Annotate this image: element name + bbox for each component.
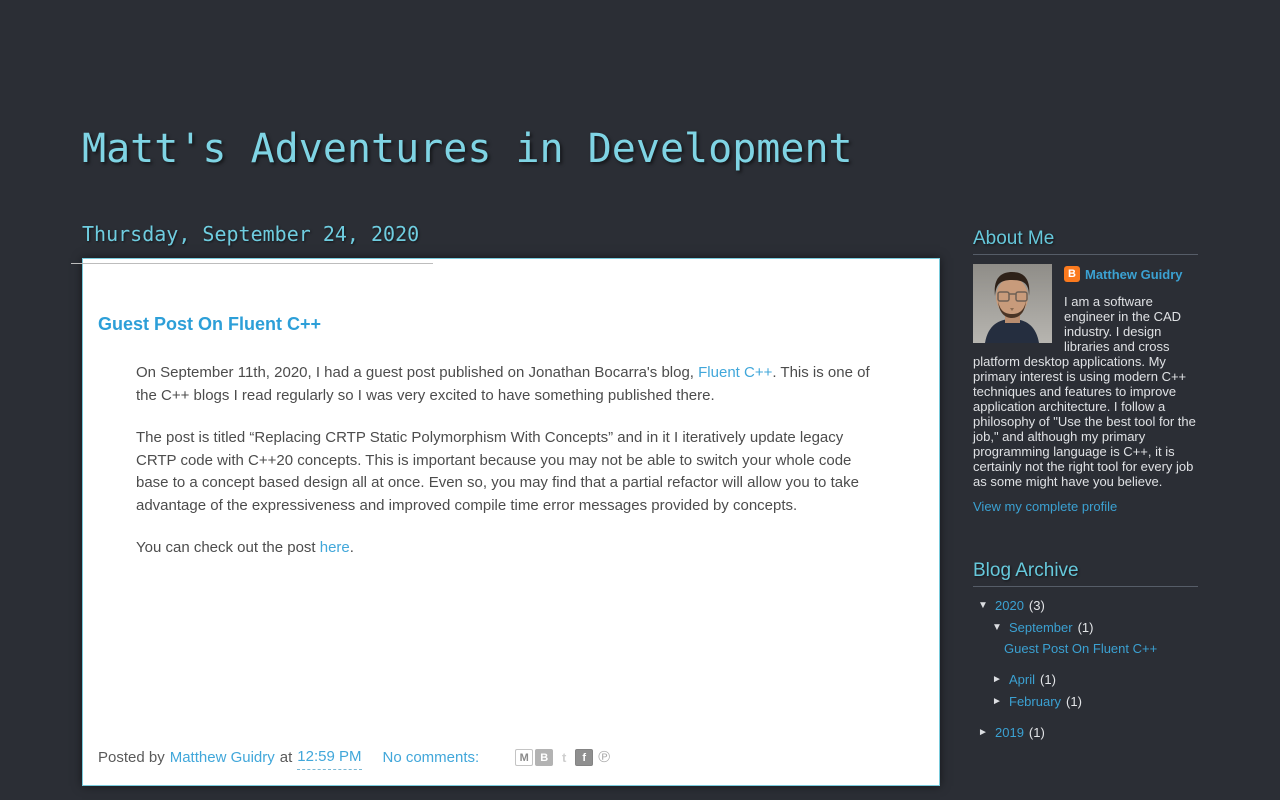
post-paragraph: You can check out the post here. [136, 537, 886, 560]
content-columns: Thursday, September 24, 2020 Guest Post … [71, 222, 1198, 786]
archive-row-april: ► April (1) [973, 669, 1198, 691]
archive-year-link[interactable]: 2019 [995, 725, 1024, 741]
paragraph-text: . [349, 539, 354, 556]
expand-toggle-icon[interactable]: ► [978, 725, 989, 741]
profile-name-row: B Matthew Guidry [1064, 264, 1198, 284]
timestamp-link[interactable]: 12:59 PM [297, 745, 362, 770]
archive-count: (3) [1028, 598, 1045, 613]
share-pinterest-icon[interactable]: ℗ [595, 749, 613, 766]
paragraph-text: You can check out the post [136, 539, 320, 556]
blog-title[interactable]: Matt's Adventures in Development [82, 0, 1198, 172]
post-body: On September 11th, 2020, I had a guest p… [98, 362, 924, 745]
about-me-body: B Matthew Guidry I am a software enginee… [973, 264, 1198, 489]
about-me-title: About Me [973, 228, 1055, 249]
fluent-cpp-link[interactable]: Fluent C++ [698, 364, 772, 381]
archive-count: (1) [1077, 620, 1094, 635]
post-here-link[interactable]: here [320, 539, 350, 556]
email-post-icon[interactable]: M [515, 749, 534, 766]
archive-count: (1) [1040, 672, 1056, 687]
archive-row-2019: ► 2019 (1) [973, 722, 1198, 744]
post-paragraph: On September 11th, 2020, I had a guest p… [136, 362, 886, 407]
post-title-link[interactable]: Guest Post On Fluent C++ [98, 312, 924, 336]
share-twitter-icon[interactable]: t [555, 749, 573, 766]
post-card: Guest Post On Fluent C++ On September 11… [71, 258, 940, 786]
archive-list: ▼ 2020 (3) ▼ September (1) Guest Post On… [973, 595, 1198, 744]
widget-divider [973, 586, 1198, 587]
post-date-header: Thursday, September 24, 2020 [82, 222, 420, 246]
archive-post-link[interactable]: Guest Post On Fluent C++ [973, 641, 1157, 657]
archive-month-link[interactable]: April [1009, 672, 1035, 688]
archive-month-link[interactable]: February [1009, 694, 1061, 710]
share-buttons: M B t f ℗ [515, 749, 613, 766]
archive-row-february: ► February (1) [973, 691, 1198, 713]
paragraph-text: On September 11th, 2020, I had a guest p… [136, 364, 699, 381]
profile-name-link[interactable]: Matthew Guidry [1085, 267, 1183, 282]
blog-archive-title: Blog Archive [973, 560, 1079, 581]
blogthis-icon[interactable]: B [535, 749, 554, 766]
about-me-widget: About Me B Matthew Guidry I am a softwar… [973, 228, 1198, 516]
profile-photo-image [973, 264, 1052, 343]
archive-posts: Guest Post On Fluent C++ [973, 641, 1198, 657]
archive-row-september: ▼ September (1) [973, 617, 1198, 639]
collapse-toggle-icon[interactable]: ▼ [992, 620, 1003, 636]
at-label: at [279, 748, 293, 766]
share-facebook-icon[interactable]: f [575, 749, 594, 766]
main-column: Thursday, September 24, 2020 Guest Post … [71, 222, 940, 786]
view-profile-link[interactable]: View my complete profile [973, 499, 1117, 514]
archive-count: (1) [1066, 694, 1082, 709]
expand-toggle-icon[interactable]: ► [992, 672, 1003, 688]
sidebar: About Me B Matthew Guidry I am a softwar… [973, 228, 1198, 744]
no-comments-link[interactable]: No comments: [383, 746, 480, 770]
blog-archive-widget: Blog Archive ▼ 2020 (3) ▼ September (1) [973, 560, 1198, 744]
archive-year-link[interactable]: 2020 [995, 598, 1024, 614]
widget-divider [973, 254, 1198, 255]
page-container: Matt's Adventures in Development Thursda… [71, 0, 1198, 786]
post-paragraph: The post is titled “Replacing CRTP Stati… [136, 429, 859, 514]
author-link[interactable]: Matthew Guidry [170, 746, 275, 770]
archive-month-link[interactable]: September [1009, 620, 1073, 636]
posted-by-label: Posted by [98, 748, 165, 766]
post-footer: Posted by Matthew Guidry at 12:59 PM No … [98, 745, 924, 770]
expand-toggle-icon[interactable]: ► [992, 694, 1003, 710]
archive-row-2020: ▼ 2020 (3) [973, 595, 1198, 617]
profile-photo[interactable] [973, 264, 1052, 343]
collapse-toggle-icon[interactable]: ▼ [978, 598, 989, 614]
blogger-icon: B [1064, 266, 1080, 282]
archive-count: (1) [1028, 725, 1045, 740]
date-divider-line [71, 263, 433, 264]
